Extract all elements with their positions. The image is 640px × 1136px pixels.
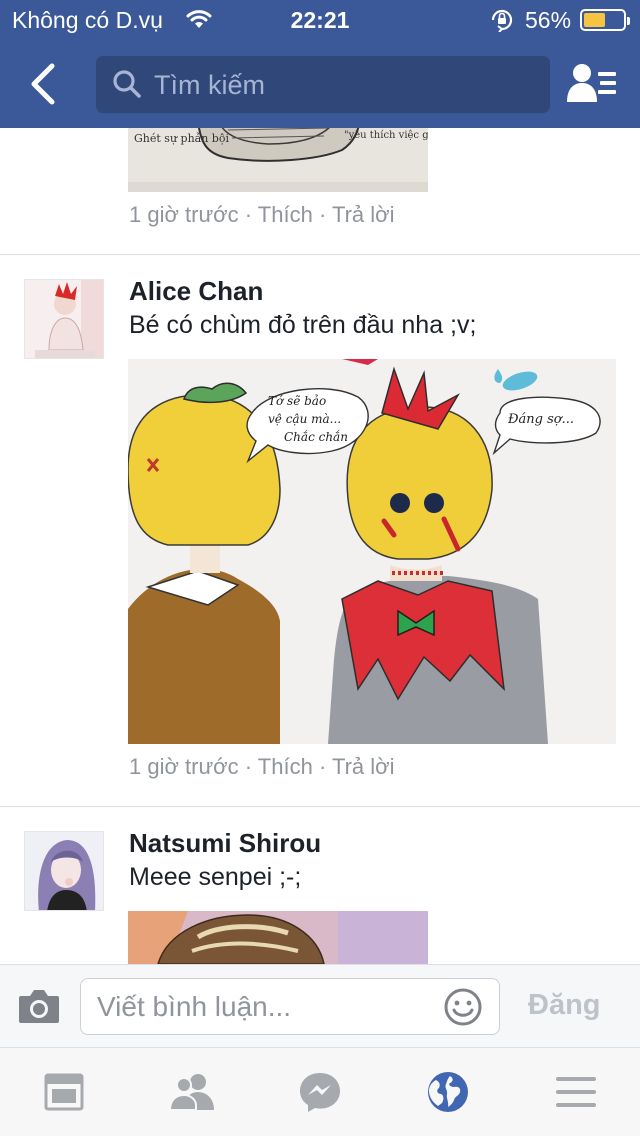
meta-separator: · <box>244 202 253 227</box>
comment-input[interactable]: Viết bình luận... <box>80 978 500 1035</box>
comment-composer: Viết bình luận... Đăng <box>0 964 640 1048</box>
comment-text: Meee senpei ;-; <box>129 863 302 891</box>
battery-icon <box>580 9 630 31</box>
comment-1-drawing[interactable]: Ghét sự phản bội "yêu thích việc giết ch… <box>128 128 428 192</box>
reply-link[interactable]: Trả lời <box>332 754 395 779</box>
comment-1-meta: 1 giờ trước · Thích · Trả lời <box>129 202 394 228</box>
divider <box>0 254 640 255</box>
notifications-globe-icon[interactable] <box>424 1070 472 1114</box>
battery-level <box>584 13 605 27</box>
comment-feed[interactable]: Ghét sự phản bội "yêu thích việc giết ch… <box>0 128 640 964</box>
news-feed-icon[interactable] <box>40 1070 88 1114</box>
tab-bar <box>0 1048 640 1136</box>
bubble-text: Đáng sợ... <box>507 412 574 427</box>
smiley-icon[interactable] <box>443 987 483 1032</box>
status-bar: Không có D.vụ 22:21 56% <box>0 0 640 40</box>
drawing-note-left: Ghét sự phản bội <box>134 132 229 145</box>
search-placeholder: Tìm kiếm <box>154 70 265 100</box>
post-button[interactable]: Đăng <box>528 989 601 1022</box>
divider <box>0 806 640 807</box>
meta-separator: · <box>318 202 327 227</box>
like-link[interactable]: Thích <box>258 754 313 779</box>
bubble-line: Chắc chắn <box>284 429 348 444</box>
comment-2-drawing[interactable]: Tớ sẽ bảo vệ cậu mà... Chắc chắn Đáng sợ… <box>128 359 616 744</box>
top-bar: Không có D.vụ 22:21 56% Tìm kiếm <box>0 0 640 128</box>
friends-list-icon[interactable] <box>566 62 618 106</box>
comment-time[interactable]: 1 giờ trước <box>129 754 239 779</box>
bubble-line: Tớ sẽ bảo <box>268 394 326 408</box>
rotation-lock-icon <box>489 8 515 38</box>
battery-nub <box>627 17 630 25</box>
comment-placeholder: Viết bình luận... <box>97 991 292 1022</box>
back-chevron-icon[interactable] <box>24 62 64 106</box>
reply-link[interactable]: Trả lời <box>332 202 395 227</box>
comment-time[interactable]: 1 giờ trước <box>129 202 239 227</box>
comment-2-meta: 1 giờ trước · Thích · Trả lời <box>129 754 394 780</box>
battery-percent: 56% <box>525 7 572 33</box>
search-input[interactable]: Tìm kiếm <box>96 56 550 113</box>
avatar[interactable] <box>24 279 104 359</box>
bubble-line: vệ cậu mà... <box>268 412 341 426</box>
friend-requests-icon[interactable] <box>168 1070 216 1114</box>
nav-bar: Tìm kiếm <box>0 40 640 128</box>
meta-separator: · <box>244 754 253 779</box>
comment-3-drawing[interactable] <box>128 911 428 964</box>
like-link[interactable]: Thích <box>258 202 313 227</box>
comment-author[interactable]: Alice Chan <box>129 276 263 307</box>
more-menu-icon[interactable] <box>552 1070 600 1114</box>
comment-author[interactable]: Natsumi Shirou <box>129 828 321 859</box>
camera-icon[interactable] <box>18 987 60 1030</box>
drawing-note-right: "yêu thích việc giết chóc" <box>344 130 428 141</box>
comment-text: Bé có chùm đỏ trên đầu nha ;v; <box>129 311 477 339</box>
search-icon <box>112 69 142 104</box>
avatar[interactable] <box>24 831 104 911</box>
meta-separator: · <box>318 754 327 779</box>
messenger-icon[interactable] <box>296 1070 344 1114</box>
